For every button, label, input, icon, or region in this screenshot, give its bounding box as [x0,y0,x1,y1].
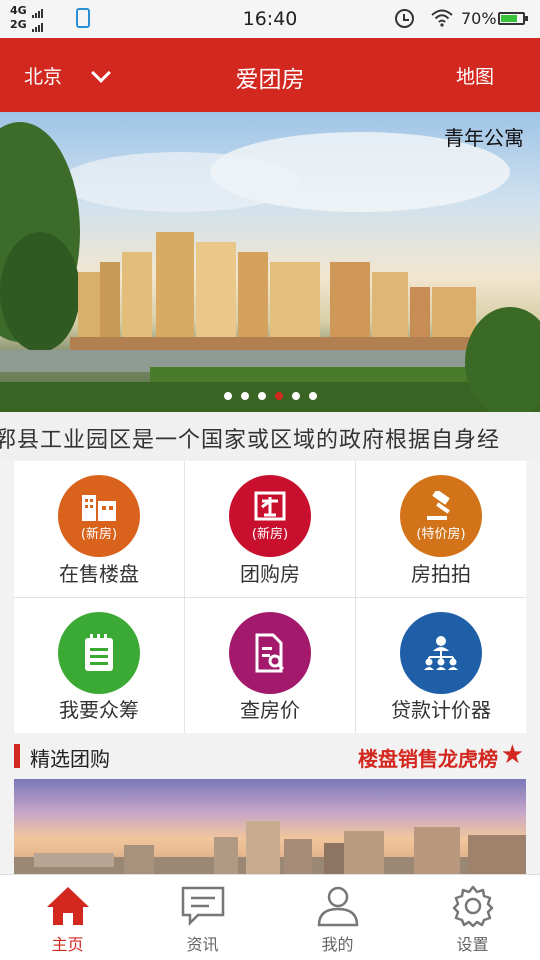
news-ticker[interactable]: 郛县工业园区是一个国家或区域的政府根据自身经 [0,412,540,460]
bottom-tab-bar: 主页 资讯 我的 设置 [0,874,540,960]
skyline-image [14,821,526,875]
section-accent-bar [14,744,20,768]
carousel-dot-active[interactable] [274,392,283,400]
grid-item-auction[interactable]: (特价房) 房拍拍 [356,461,526,597]
notepad-icon [58,611,140,694]
grid-label: 在售楼盘 [59,561,139,586]
status-bar: 4G 2G 16:40 70% [0,0,540,38]
wifi-icon [431,8,453,28]
grid-label: 团购房 [240,561,300,586]
grid-badge: (新房) [80,526,118,542]
carousel-dot[interactable] [291,392,300,400]
message-icon [181,886,224,927]
carousel-indicator [0,392,540,400]
org-chart-icon [400,611,482,694]
grid-badge: (新房) [251,526,289,542]
grid-item-loan-calculator[interactable]: 贷款计价器 [356,597,526,733]
carousel-dot[interactable] [240,392,249,400]
tab-label: 设置 [456,935,489,954]
banner-caption: 青年公寓 [444,126,524,150]
carousel-dot[interactable] [308,392,317,400]
banner-carousel[interactable]: 青年公寓 [0,112,540,412]
document-search-icon [229,611,311,694]
carousel-dot[interactable] [257,392,266,400]
sales-ranking-link[interactable]: 楼盘销售龙虎榜 [358,743,498,772]
grid-label: 我要众筹 [59,698,139,722]
ticker-text: 郛县工业园区是一个国家或区域的政府根据自身经 [0,428,501,453]
carousel-dot[interactable] [223,392,232,400]
building-icon: (新房) [58,475,140,557]
grid-label: 查房价 [240,698,300,722]
gear-icon [452,885,493,927]
tab-news[interactable]: 资讯 [135,875,270,960]
tab-profile[interactable]: 我的 [270,875,405,960]
battery-percent: 70% [461,9,497,28]
tab-home[interactable]: 主页 [0,875,135,960]
banner-image [0,122,540,412]
grid-label: 贷款计价器 [391,698,491,722]
tab-label: 资讯 [186,935,219,954]
grid-label: 房拍拍 [411,561,471,586]
gavel-icon: (特价房) [400,475,482,557]
tab-label: 主页 [51,935,84,954]
grid-item-group-buy[interactable]: (新房) 团购房 [185,461,355,597]
alarm-icon [395,9,414,28]
user-icon [317,886,358,927]
section-header: 精选团购 楼盘销售龙虎榜 ★ [0,740,540,776]
section-title: 精选团购 [30,747,110,771]
group-icon: (新房) [229,475,311,557]
tab-settings[interactable]: 设置 [405,875,540,960]
battery-icon [498,12,528,25]
grid-badge: (特价房) [416,526,466,542]
home-icon [46,887,89,925]
grid-item-for-sale[interactable]: (新房) 在售楼盘 [14,461,184,597]
map-button[interactable]: 地图 [456,62,494,89]
tab-label: 我的 [321,935,354,954]
feature-grid: (新房) 在售楼盘 (新房) 团购房 (特价房) 房拍拍 我要众筹 查房价 贷款… [14,461,526,733]
clock: 16:40 [242,8,298,30]
star-icon: ★ [500,740,524,770]
app-header: 北京 爱团房 地图 [0,38,540,112]
featured-listing-image[interactable] [14,779,526,875]
grid-item-crowdfunding[interactable]: 我要众筹 [14,597,184,733]
grid-item-price-check[interactable]: 查房价 [185,597,355,733]
